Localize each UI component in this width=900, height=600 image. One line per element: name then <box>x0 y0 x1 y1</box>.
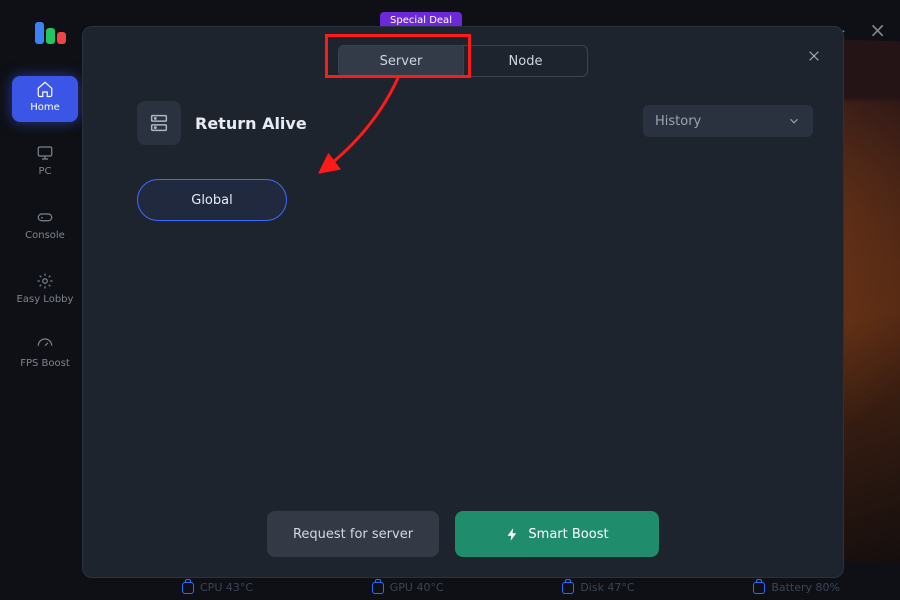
close-button[interactable] <box>803 45 825 67</box>
chip-icon <box>372 582 384 594</box>
sidebar-item-label: PC <box>38 166 51 177</box>
bolt-icon <box>505 527 520 542</box>
app-logo <box>35 22 66 44</box>
modal-footer: Request for server Smart Boost <box>83 511 843 557</box>
sidebar-item-home[interactable]: Home <box>12 76 78 122</box>
chip-icon <box>182 582 194 594</box>
chip-icon <box>562 582 574 594</box>
chevron-down-icon <box>787 114 801 128</box>
history-dropdown[interactable]: History <box>643 105 813 137</box>
chip-icon <box>753 582 765 594</box>
history-label: History <box>655 114 701 129</box>
window-close-icon[interactable]: × <box>869 18 886 42</box>
home-icon <box>36 80 54 98</box>
server-icon <box>137 101 181 145</box>
game-title: Return Alive <box>195 114 307 133</box>
server-option-global[interactable]: Global <box>137 179 287 221</box>
stat-gpu: GPU 40°C <box>372 581 444 594</box>
gear-icon <box>36 272 54 290</box>
server-modal: Server Node Return Alive History Global … <box>82 26 844 578</box>
request-server-button[interactable]: Request for server <box>267 511 439 557</box>
gauge-icon <box>36 336 54 354</box>
stat-cpu: CPU 43°C <box>182 581 253 594</box>
annotation-arrow <box>313 72 413 182</box>
controller-icon <box>36 208 54 226</box>
sidebar-item-fps-boost[interactable]: FPS Boost <box>12 332 78 378</box>
sidebar-item-label: Easy Lobby <box>17 294 74 305</box>
sidebar: Home PC Console Easy Lobby FPS Boost <box>12 76 78 378</box>
sidebar-item-easy-lobby[interactable]: Easy Lobby <box>12 268 78 314</box>
stat-disk: Disk 47°C <box>562 581 634 594</box>
smart-boost-button[interactable]: Smart Boost <box>455 511 659 557</box>
sidebar-item-label: Console <box>25 230 65 241</box>
monitor-icon <box>36 144 54 162</box>
system-stats-bar: CPU 43°C GPU 40°C Disk 47°C Battery 80% <box>182 581 840 594</box>
sidebar-item-pc[interactable]: PC <box>12 140 78 186</box>
sidebar-item-label: Home <box>30 102 60 113</box>
sidebar-item-label: FPS Boost <box>20 358 70 369</box>
tab-node[interactable]: Node <box>463 46 587 76</box>
sidebar-item-console[interactable]: Console <box>12 204 78 250</box>
smart-boost-label: Smart Boost <box>528 527 608 542</box>
stat-battery: Battery 80% <box>753 581 840 594</box>
